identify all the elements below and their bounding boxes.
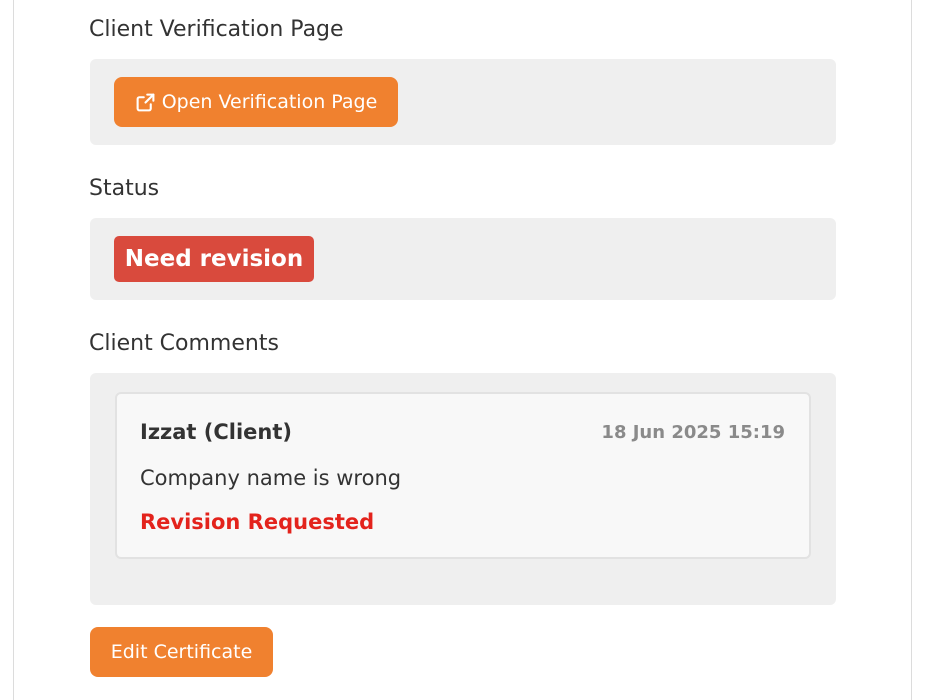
status-panel: Need revision xyxy=(90,218,836,300)
comment-text: Company name is wrong xyxy=(140,466,402,490)
open-verification-page-button[interactable]: Open Verification Page xyxy=(114,77,398,127)
edit-certificate-button[interactable]: Edit Certificate xyxy=(90,627,273,677)
comment-timestamp: 18 Jun 2025 15:19 xyxy=(601,422,785,443)
comment-author: Izzat (Client) xyxy=(140,420,293,444)
verification-panel: Open Verification Page xyxy=(90,59,836,145)
comments-section-label: Client Comments xyxy=(89,331,279,356)
comment-card: Izzat (Client) 18 Jun 2025 15:19 Company… xyxy=(115,392,811,559)
status-section-label: Status xyxy=(89,176,160,201)
verification-section-label: Client Verification Page xyxy=(89,17,344,42)
open-verification-page-label: Open Verification Page xyxy=(161,91,378,113)
external-link-icon xyxy=(136,93,155,111)
status-badge: Need revision xyxy=(114,236,314,282)
comments-panel: Izzat (Client) 18 Jun 2025 15:19 Company… xyxy=(90,373,836,605)
revision-requested-label: Revision Requested xyxy=(140,510,375,534)
